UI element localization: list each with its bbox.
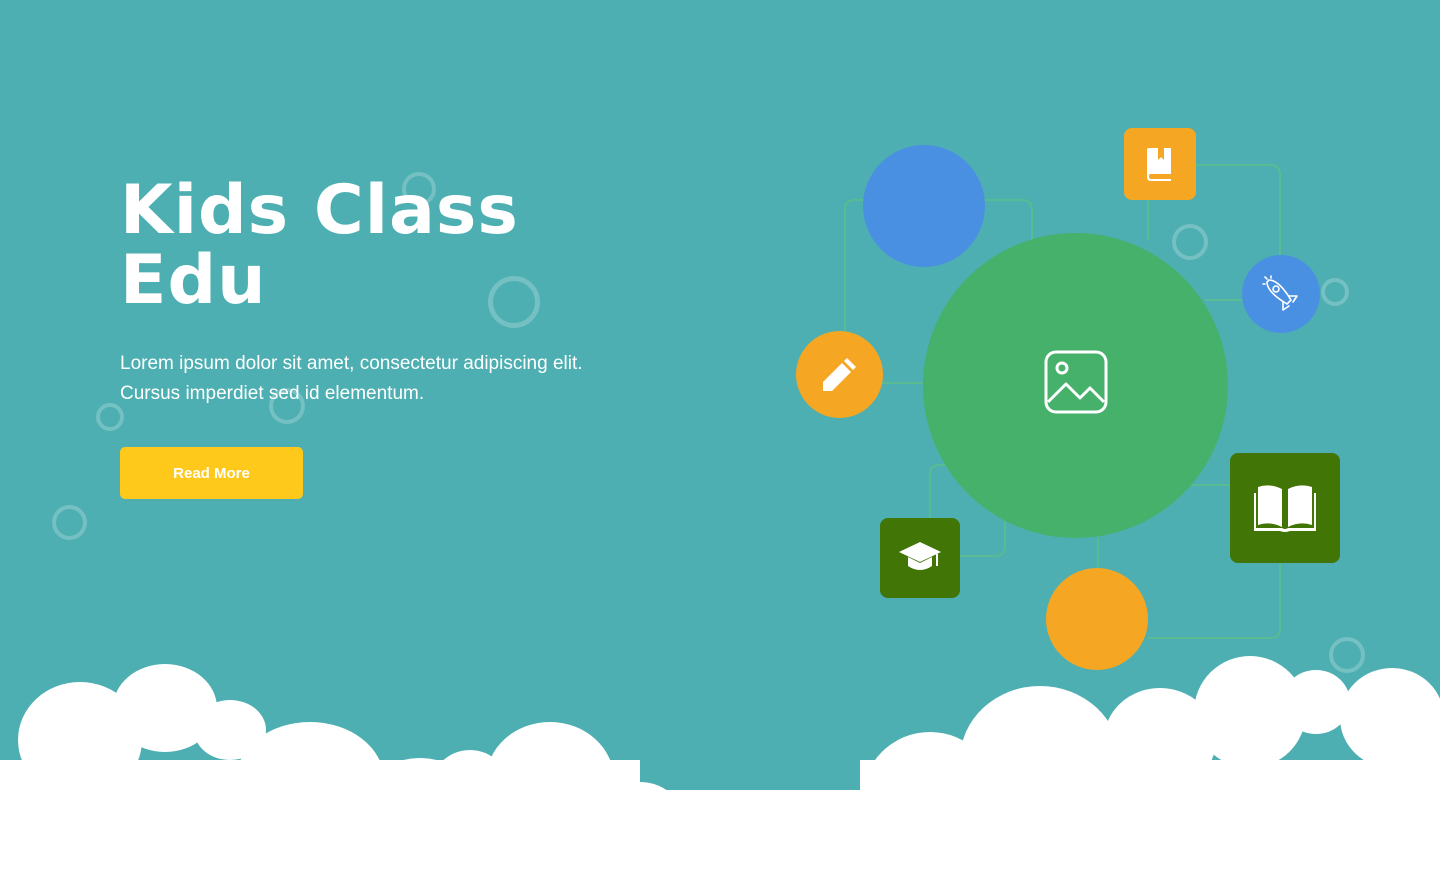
- hero-description: Lorem ipsum dolor sit amet, consectetur …: [120, 349, 640, 409]
- open-book-tile: [1230, 453, 1340, 563]
- bookmark-book-tile: [1124, 128, 1196, 200]
- graduation-cap-tile: [880, 518, 960, 598]
- hero-description-line: Lorem ipsum dolor sit amet, consectetur …: [120, 353, 583, 374]
- hero-illustration: [780, 110, 1380, 690]
- hero-title-line: Kids Class: [120, 171, 519, 250]
- pencil-circle: [796, 331, 883, 418]
- image-icon: [1044, 350, 1108, 414]
- read-more-button[interactable]: Read More: [120, 447, 303, 499]
- pencil-icon: [821, 355, 859, 393]
- hero-description-line: Cursus imperdiet sed id elementum.: [120, 383, 425, 404]
- rocket-circle: [1242, 255, 1320, 333]
- hero-title-line: Edu: [120, 241, 267, 320]
- rocket-icon: [1261, 274, 1301, 314]
- open-book-icon: [1254, 483, 1316, 533]
- clouds: [0, 656, 1440, 869]
- blue-circle: [863, 145, 985, 267]
- bookmark-book-icon: [1146, 146, 1174, 182]
- graduation-cap-icon: [898, 540, 942, 576]
- hero-title: Kids Class Edu: [120, 176, 640, 316]
- decorative-ring: [52, 505, 87, 540]
- main-image-circle: [923, 233, 1228, 538]
